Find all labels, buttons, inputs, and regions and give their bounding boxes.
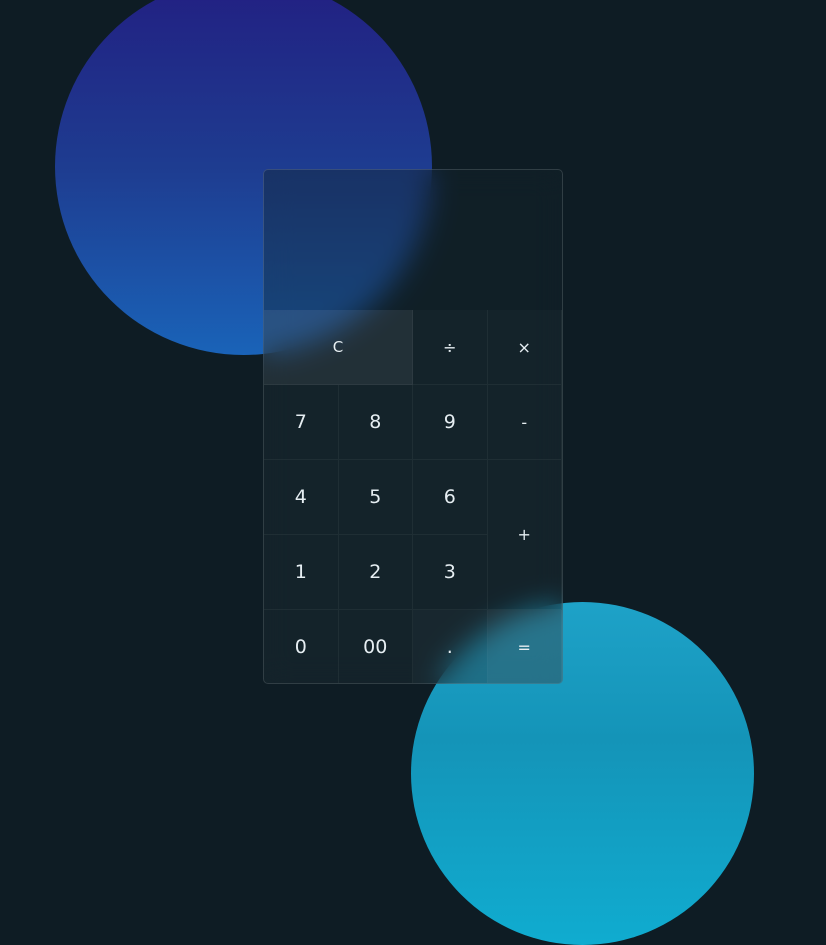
- divide-button[interactable]: ÷: [413, 310, 488, 385]
- add-button[interactable]: +: [487, 460, 562, 610]
- decimal-button[interactable]: .: [413, 610, 488, 683]
- calculator-keypad: C ÷ × 7 8 9 - 4 5 6 + 1 2 3 0 00 . =: [264, 310, 562, 683]
- calculator: C ÷ × 7 8 9 - 4 5 6 + 1 2 3 0 00 . =: [263, 169, 563, 684]
- digit-4-button[interactable]: 4: [264, 460, 339, 535]
- equals-button[interactable]: =: [487, 610, 562, 683]
- calculator-display: [264, 170, 562, 310]
- multiply-button[interactable]: ×: [487, 310, 562, 385]
- digit-0-button[interactable]: 0: [264, 610, 339, 683]
- subtract-button[interactable]: -: [487, 385, 562, 460]
- double-zero-button[interactable]: 00: [339, 610, 413, 683]
- clear-button[interactable]: C: [264, 310, 413, 385]
- digit-5-button[interactable]: 5: [338, 460, 413, 535]
- digit-1-button[interactable]: 1: [264, 535, 339, 610]
- digit-6-button[interactable]: 6: [413, 460, 488, 535]
- digit-7-button[interactable]: 7: [264, 385, 339, 460]
- digit-8-button[interactable]: 8: [338, 385, 413, 460]
- digit-2-button[interactable]: 2: [338, 535, 413, 610]
- digit-9-button[interactable]: 9: [413, 385, 488, 460]
- digit-3-button[interactable]: 3: [413, 535, 488, 610]
